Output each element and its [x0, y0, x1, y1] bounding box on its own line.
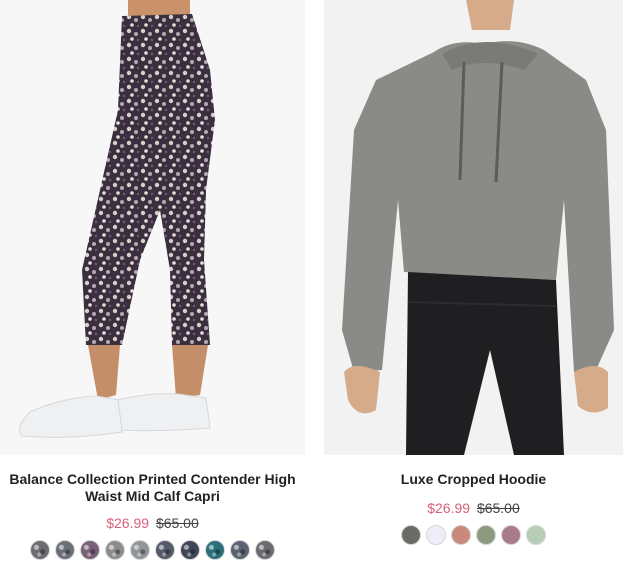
sale-price: $26.99 [427, 500, 471, 516]
color-swatches [324, 525, 623, 545]
original-price: $65.00 [476, 500, 520, 516]
color-swatch[interactable] [130, 540, 150, 560]
color-swatch[interactable] [180, 540, 200, 560]
color-swatch[interactable] [426, 525, 446, 545]
color-swatches [0, 540, 305, 560]
color-swatch[interactable] [80, 540, 100, 560]
color-swatch[interactable] [451, 525, 471, 545]
color-swatch[interactable] [155, 540, 175, 560]
color-swatch[interactable] [205, 540, 225, 560]
product-title[interactable]: Balance Collection Printed Contender Hig… [8, 471, 298, 505]
product-image-hoodie[interactable] [324, 0, 623, 455]
price-row: $26.99 $65.00 [0, 515, 305, 532]
price-row: $26.99 $65.00 [324, 500, 623, 517]
color-swatch[interactable] [230, 540, 250, 560]
product-image-capri[interactable] [0, 0, 305, 455]
color-swatch[interactable] [526, 525, 546, 545]
leggings-model-photo-icon [0, 0, 305, 455]
product-title[interactable]: Luxe Cropped Hoodie [329, 471, 619, 488]
color-swatch[interactable] [476, 525, 496, 545]
product-card-capri[interactable]: Balance Collection Printed Contender Hig… [0, 0, 305, 560]
original-price: $65.00 [155, 515, 199, 531]
color-swatch[interactable] [255, 540, 275, 560]
product-grid: Balance Collection Printed Contender Hig… [0, 0, 623, 565]
color-swatch[interactable] [501, 525, 521, 545]
color-swatch[interactable] [55, 540, 75, 560]
color-swatch[interactable] [30, 540, 50, 560]
color-swatch[interactable] [401, 525, 421, 545]
color-swatch[interactable] [105, 540, 125, 560]
product-card-hoodie[interactable]: Luxe Cropped Hoodie $26.99 $65.00 [324, 0, 623, 545]
hoodie-model-photo-icon [324, 0, 623, 455]
sale-price: $26.99 [106, 515, 150, 531]
